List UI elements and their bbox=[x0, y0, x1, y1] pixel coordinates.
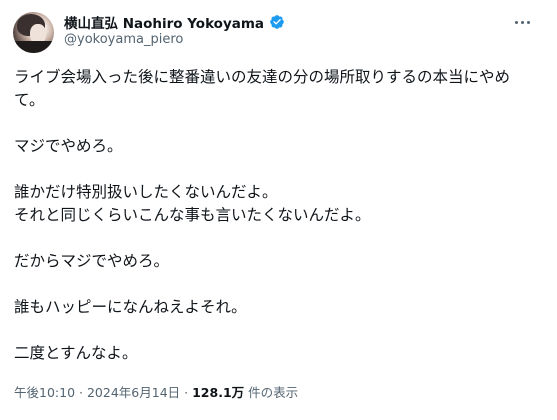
tweet-card: 横山直弘 Naohiro Yokoyama @yokoyama_piero ライ… bbox=[0, 0, 557, 420]
tweet-paragraph: マジでやめろ。 bbox=[14, 137, 123, 155]
tweet-paragraph: 二度とすんなよ。 bbox=[14, 344, 138, 362]
tweet-paragraph: 誰もハッピーになんねえよそれ。 bbox=[14, 298, 247, 316]
tweet-text: ライブ会場入った後に整番違いの友達の分の場所取りするの本当にやめ て。 マジでや… bbox=[14, 66, 539, 365]
more-dot bbox=[526, 20, 530, 24]
tweet-paragraph: 誰かだけ特別扱いしたくないんだよ。 それと同じくらいこんな事も言いたくないんだよ… bbox=[14, 183, 371, 224]
tweet-time[interactable]: 午後10:10 bbox=[14, 385, 75, 400]
display-name[interactable]: 横山直弘 Naohiro Yokoyama bbox=[64, 12, 264, 32]
verified-badge-icon bbox=[270, 15, 284, 29]
tweet-paragraph: だからマジでやめろ。 bbox=[14, 252, 170, 270]
more-horizontal-icon[interactable] bbox=[511, 16, 533, 28]
author-handle[interactable]: @yokoyama_piero bbox=[64, 32, 183, 47]
meta-separator: · bbox=[184, 385, 189, 400]
tweet-date[interactable]: 2024年6月14日 bbox=[87, 385, 180, 400]
avatar-shoulder bbox=[13, 41, 54, 53]
tweet-paragraph: ライブ会場入った後に整番違いの友達の分の場所取りするの本当にやめ て。 bbox=[14, 68, 511, 109]
meta-separator: · bbox=[79, 385, 83, 400]
views-label: 件の表示 bbox=[248, 385, 299, 400]
more-dot bbox=[514, 20, 518, 24]
more-dot bbox=[520, 20, 524, 24]
author-name-row: 横山直弘 Naohiro Yokoyama bbox=[64, 12, 285, 32]
avatar[interactable] bbox=[13, 12, 54, 53]
views-count: 128.1万 bbox=[192, 385, 245, 400]
tweet-meta: 午後10:10 · 2024年6月14日 · 128.1万 件の表示 bbox=[14, 382, 298, 401]
